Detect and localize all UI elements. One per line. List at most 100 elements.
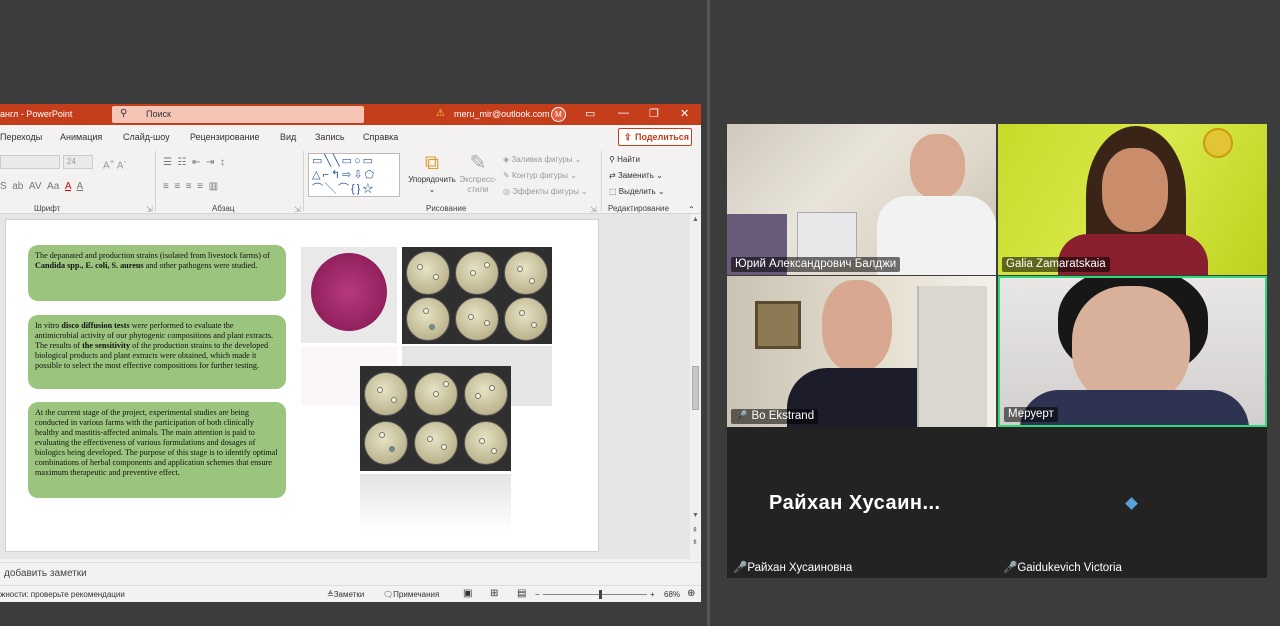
notes-pane[interactable]: добавить заметки [0,562,701,584]
arrange-icon: ⧉ [424,152,440,174]
video-tile-meruert[interactable]: Меруерт [998,276,1267,427]
next-slide-icon[interactable]: ⇟ [692,538,698,546]
slide-canvas: The depanated and production strains (is… [0,214,701,559]
scroll-thumb[interactable] [692,366,699,410]
group-label-editing: Редактирование [608,204,669,213]
vertical-scrollbar[interactable]: ▲ ▼ ⇞ ⇟ [690,214,701,559]
comments-icon: 🗨 [383,590,394,599]
ribbon-separator [155,151,156,211]
drawing-dialog-launcher-icon[interactable]: ⇲ [590,205,597,214]
notes-button[interactable]: ≜Заметки [327,590,364,599]
participant-name-bar: 🎤Райхан Хусаиновна [733,562,853,574]
comments-button[interactable]: 🗨Примечания [383,590,439,599]
slide-sorter-icon[interactable]: ⊞ [490,588,498,599]
replace-icon: ⇄ [609,171,616,180]
normal-view-icon[interactable]: ▣ [463,588,472,599]
tab-slideshow[interactable]: Слайд-шоу [123,132,170,142]
fit-slide-icon[interactable]: ⊕ [687,588,695,599]
tab-help[interactable]: Справка [363,132,398,142]
wall-picture-image [755,301,801,349]
account-email[interactable]: meru_mir@outlook.com [454,109,550,119]
audio-only-participants[interactable]: Райхан Хусаин... 🎤Райхан Хусаиновна 🎤Gai… [727,427,1267,578]
window-title: англ - PowerPoint [0,109,73,119]
collapse-ribbon-icon[interactable]: ⌃ [688,205,695,214]
shape-fill-button[interactable]: ◈ Заливка фигуры ⌄ [503,155,581,164]
search-box[interactable]: ⚲ Поиск [112,106,364,123]
shape-outline-button[interactable]: ✎ Контур фигуры ⌄ [503,171,577,180]
notes-placeholder: добавить заметки [4,568,87,579]
ribbon: 24 A+ A- S ab AV Aa A A Шрифт ⇲ ☰ ☷ ⇤ ⇥ … [0,149,701,214]
list-icons[interactable]: ☰ ☷ ⇤ ⇥ ↕ [163,157,225,168]
text-box-diffusion-tests[interactable]: In vitro disco diffusion tests were perf… [28,315,286,389]
font-size-box[interactable]: 24 [63,155,93,169]
close-button[interactable]: ✕ [680,107,689,120]
tab-review[interactable]: Рецензирование [190,132,260,142]
petri-dish-photo[interactable] [301,247,397,343]
video-tile-bo[interactable]: 🎤 Bo Ekstrand [727,276,996,427]
font-grow-icon[interactable]: A+ A- [103,156,126,171]
quick-styles-button[interactable]: ✎ Экспресс-стили [459,151,497,195]
accessibility-status[interactable]: жности: проверьте рекомендации [0,590,125,599]
group-label-font: Шрифт [34,204,61,213]
share-button[interactable]: ⇪ Поделиться [618,128,692,146]
search-placeholder: Поиск [146,109,171,119]
ribbon-separator [303,151,304,211]
notes-icon: ≜ [327,590,334,599]
person-face-image [822,280,892,372]
tab-record[interactable]: Запись [315,132,345,142]
disk-diffusion-photo-1[interactable] [402,247,552,344]
mic-muted-icon: 🎤 [1003,562,1018,574]
split-divider[interactable] [707,0,710,626]
person-face-image [1102,148,1168,232]
minimize-button[interactable]: — [618,107,629,119]
shapes-gallery[interactable]: ▭╲╲▭○▭ △⌐↰⇨⇩⬠ ⌒╲⌒{}☆ [308,153,400,197]
person-face-image [1072,286,1190,406]
zoom-in-icon[interactable]: + [650,590,655,599]
powerpoint-window: англ - PowerPoint ⚲ Поиск ⚠ meru_mir@out… [0,104,701,602]
text-box-current-stage[interactable]: At the current stage of the project, exp… [28,402,286,498]
search-icon: ⚲ [120,108,128,119]
zoom-slider[interactable] [543,594,647,595]
ribbon-display-icon[interactable]: ▭ [585,107,595,120]
shape-effects-button[interactable]: ◎ Эффекты фигуры ⌄ [503,187,588,196]
zoom-slider-thumb[interactable] [599,590,602,599]
speaker-placeholder-name: Райхан Хусаин... [769,492,941,514]
title-bar: англ - PowerPoint ⚲ Поиск ⚠ meru_mir@out… [0,104,701,125]
zoom-out-icon[interactable]: − [535,590,540,599]
align-icons[interactable]: ≡ ≡ ≡ ≡ ▥ [163,181,218,192]
select-button[interactable]: ⬚ Выделить ⌄ [609,187,665,196]
avatar[interactable]: M [551,107,566,122]
slide[interactable]: The depanated and production strains (is… [5,219,599,552]
disk-diffusion-photo-2[interactable] [360,366,511,471]
find-button[interactable]: ⚲ Найти [609,155,640,164]
paragraph-dialog-launcher-icon[interactable]: ⇲ [294,205,301,214]
font-dialog-launcher-icon[interactable]: ⇲ [146,205,153,214]
tab-view[interactable]: Вид [280,132,296,142]
curtain-image [917,286,987,427]
text-box-strains[interactable]: The depanated and production strains (is… [28,245,286,301]
warning-icon[interactable]: ⚠ [436,108,445,119]
scroll-down-icon[interactable]: ▼ [692,512,699,519]
tab-animations[interactable]: Анимация [60,132,102,142]
participant-name: Юрий Александрович Балджи [731,257,901,272]
person-face-image [910,134,965,199]
video-tile-yuri[interactable]: Юрий Александрович Балджи [727,124,996,275]
tab-transitions[interactable]: Переходы [0,132,42,142]
zoom-level[interactable]: 68% [664,590,680,599]
arrange-button[interactable]: ⧉ Упорядочить ⌄ [407,151,457,195]
scroll-up-icon[interactable]: ▲ [692,216,699,223]
reading-view-icon[interactable]: ▤ [517,588,526,599]
participant-name-bar: 🎤 Bo Ekstrand [731,409,819,424]
replace-button[interactable]: ⇄ Заменить ⌄ [609,171,663,180]
prev-slide-icon[interactable]: ⇞ [692,526,698,534]
desktop: англ - PowerPoint ⚲ Поиск ⚠ meru_mir@out… [0,0,1280,626]
participant-name: Galia Zamaratskaia [1002,257,1110,272]
printer-image [797,212,857,262]
video-tile-galia[interactable]: Galia Zamaratskaia [998,124,1267,275]
font-format-icons[interactable]: S ab AV Aa A A [0,181,83,192]
maximize-button[interactable]: ❐ [649,107,659,120]
font-name-box[interactable] [0,155,60,169]
find-icon: ⚲ [609,155,615,164]
ribbon-tabs: Переходы Анимация Слайд-шоу Рецензирован… [0,125,701,149]
speaking-indicator-icon [1125,497,1138,510]
